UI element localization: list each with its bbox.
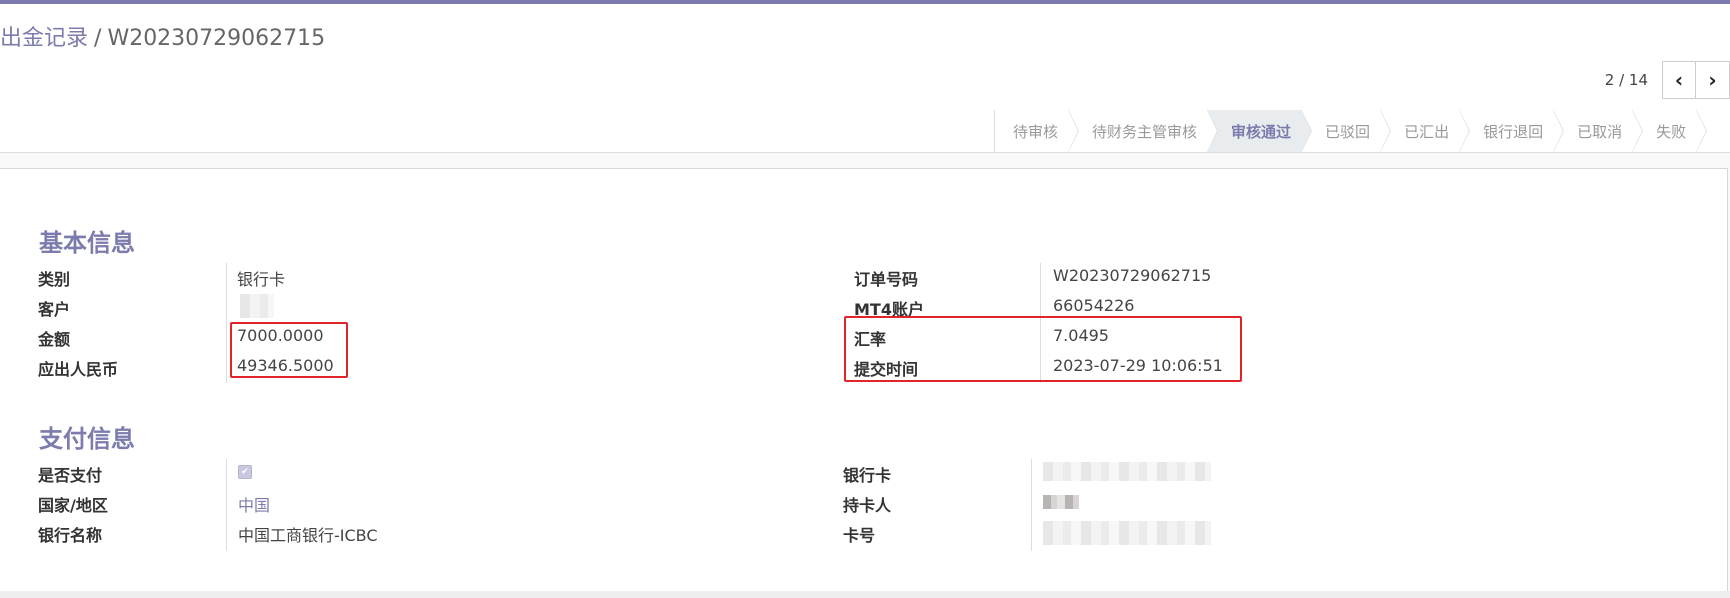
card-number-redacted (1043, 521, 1211, 545)
pager-next-button[interactable]: › (1696, 61, 1730, 99)
pager: 2 / 14 ‹ › (1605, 60, 1730, 100)
breadcrumb: 出金记录 / W20230729062715 (0, 20, 325, 52)
field-value-bank-name: 中国工商银行-ICBC (238, 526, 378, 545)
payment-left-divider (226, 459, 227, 551)
payment-info-title: 支付信息 (39, 425, 135, 453)
field-label-country: 国家/地区 (38, 496, 108, 515)
highlight-box-amount (230, 322, 348, 378)
payment-right-divider (1031, 459, 1032, 551)
status-stage-rejected[interactable]: 已驳回 (1301, 109, 1392, 153)
check-icon: ✔ (241, 466, 249, 477)
breadcrumb-current: W20230729062715 (107, 26, 326, 51)
pager-value[interactable]: 2 / 14 (1605, 71, 1648, 89)
field-value-mt4-account: 66054226 (1053, 296, 1135, 315)
status-stage-pending-review[interactable]: 待审核 (995, 109, 1080, 153)
basic-info-title: 基本信息 (39, 229, 135, 257)
control-panel: 出金记录 / W20230729062715 2 / 14 ‹ › (0, 4, 1730, 111)
status-stage-cancelled[interactable]: 已取消 (1553, 109, 1644, 153)
field-label-rmb-payable: 应出人民币 (38, 360, 119, 379)
chevron-right-icon: › (1708, 68, 1717, 92)
pager-previous-button[interactable]: ‹ (1662, 61, 1696, 99)
highlight-box-rate-time (844, 316, 1242, 382)
field-label-category: 类别 (38, 270, 71, 289)
field-label-bank-card: 银行卡 (843, 466, 892, 485)
field-value-country-link[interactable]: 中国 (238, 492, 270, 516)
status-stage-pending-finance-review[interactable]: 待财务主管审核 (1068, 109, 1219, 153)
field-label-card-number: 卡号 (843, 526, 876, 545)
chevron-left-icon: ‹ (1674, 68, 1684, 92)
sheet-bottom-border (0, 591, 1730, 598)
breadcrumb-separator: / (94, 26, 102, 51)
status-stage-remitted[interactable]: 已汇出 (1380, 109, 1471, 153)
breadcrumb-parent-link[interactable]: 出金记录 (0, 26, 88, 51)
field-label-bank-name: 银行名称 (38, 526, 103, 545)
cardholder-redacted (1043, 495, 1079, 509)
field-label-customer: 客户 (38, 300, 71, 319)
field-label-cardholder: 持卡人 (843, 496, 892, 515)
field-label-amount: 金额 (38, 330, 71, 349)
field-label-is-paid: 是否支付 (38, 466, 103, 485)
field-value-category: 银行卡 (237, 270, 286, 289)
form-sheet: 基本信息 类别 银行卡 客户 金额 7000.0000 应出人民币 49346.… (0, 168, 1728, 592)
status-stage-approved[interactable]: 审核通过 (1207, 109, 1313, 153)
status-stage-bank-returned[interactable]: 银行退回 (1459, 109, 1565, 153)
basic-left-divider (226, 263, 227, 383)
statusbar: 待审核 待财务主管审核 审核通过 已驳回 已汇出 银行退回 已取消 失败 (0, 109, 1730, 153)
customer-redacted (240, 294, 274, 318)
field-label-order-number: 订单号码 (854, 270, 919, 289)
bank-card-redacted (1043, 462, 1211, 481)
status-stages: 待审核 待财务主管审核 审核通过 已驳回 已汇出 银行退回 已取消 失败 (994, 109, 1708, 153)
field-value-order-number: W20230729062715 (1053, 266, 1212, 285)
is-paid-checkbox[interactable]: ✔ (238, 465, 252, 479)
